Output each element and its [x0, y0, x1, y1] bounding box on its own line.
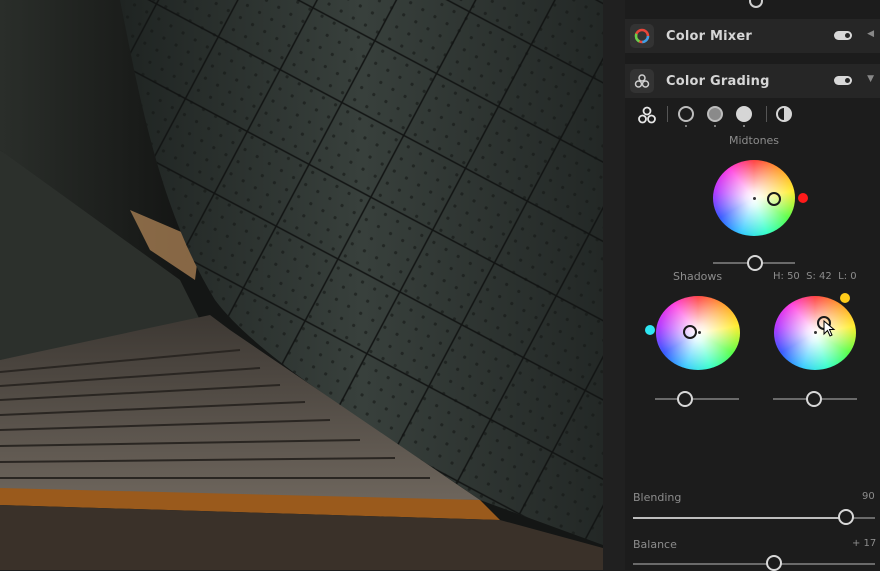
midtones-luminance-thumb[interactable] [747, 255, 763, 271]
blending-thumb[interactable] [838, 509, 854, 525]
midtones-hue-indicator[interactable] [798, 193, 808, 203]
color-grading-icon [630, 69, 654, 93]
color-grading-header[interactable]: Color Grading ▼ [625, 64, 880, 98]
shadows-wheel-handle[interactable] [683, 325, 697, 339]
shadows-color-wheel[interactable] [656, 296, 740, 370]
hsl-readout: H: 50 S: 42 L: 0 [773, 271, 857, 282]
three-way-icon[interactable] [637, 105, 657, 125]
global-half-circle-icon[interactable] [776, 106, 792, 122]
shadows-circle-icon[interactable] [678, 106, 694, 122]
shadows-mode-dot [685, 125, 687, 127]
midtones-label: Midtones [729, 134, 780, 147]
chevron-left-icon[interactable]: ◀ [867, 29, 874, 39]
balance-track[interactable] [633, 563, 875, 565]
edit-panel: Color Mixer ◀ Color Grading ▼ Midtones S… [603, 0, 880, 571]
balance-label: Balance [633, 538, 677, 551]
shadows-luminance-thumb[interactable] [677, 391, 693, 407]
highlights-hue-indicator[interactable] [840, 293, 850, 303]
cursor-arrow-icon [823, 320, 836, 337]
mode-divider [667, 106, 668, 122]
color-mixer-toggle[interactable] [834, 31, 852, 40]
color-mixer-header[interactable]: Color Mixer ◀ [625, 19, 880, 53]
midtones-color-wheel[interactable] [713, 160, 795, 236]
mode-divider-2 [766, 106, 767, 122]
shadows-hue-indicator[interactable] [645, 325, 655, 335]
highlights-wheel-center [814, 331, 817, 334]
shadows-luminance-track[interactable] [655, 398, 739, 400]
shadows-label: Shadows [673, 270, 723, 283]
midtones-mode-dot [714, 125, 716, 127]
midtones-wheel-handle[interactable] [767, 192, 781, 206]
midtones-circle-icon[interactable] [707, 106, 723, 122]
highlights-luminance-thumb[interactable] [806, 391, 822, 407]
photo-canvas[interactable] [0, 0, 603, 570]
blending-fill [633, 517, 845, 519]
balance-thumb[interactable] [766, 555, 782, 571]
highlights-mode-dot [743, 125, 745, 127]
shadows-wheel-center [698, 331, 701, 334]
photo-image [0, 0, 603, 570]
color-grading-title: Color Grading [666, 73, 770, 89]
highlights-circle-icon[interactable] [736, 106, 752, 122]
blending-label: Blending [633, 491, 682, 504]
midtones-wheel-center [753, 197, 756, 200]
highlights-color-wheel[interactable] [774, 296, 856, 370]
color-mixer-title: Color Mixer [666, 28, 753, 44]
blending-value: 90 [862, 491, 875, 502]
balance-value: + 17 [852, 538, 877, 549]
color-mixer-icon [630, 24, 654, 48]
color-grading-toggle[interactable] [834, 76, 852, 85]
chevron-down-icon[interactable]: ▼ [867, 74, 874, 84]
